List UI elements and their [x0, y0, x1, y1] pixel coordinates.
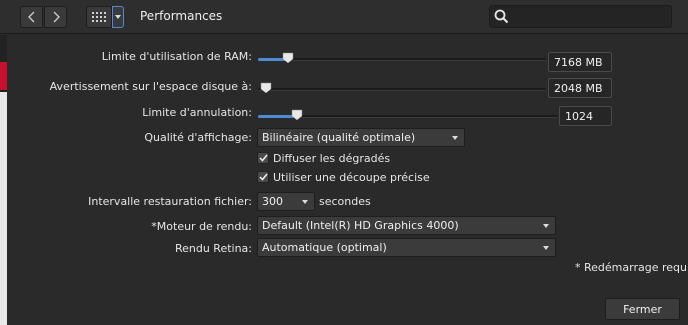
- file-recovery-dropdown[interactable]: 300: [257, 192, 315, 211]
- chevron-down-icon: [452, 136, 458, 140]
- retina-render-label: Rendu Retina:: [174, 242, 252, 255]
- slider-track: [258, 58, 546, 61]
- chevron-left-icon: [27, 11, 34, 23]
- retina-render-value: Automatique (optimal): [262, 241, 387, 254]
- ram-limit-slider[interactable]: [258, 52, 546, 66]
- chevron-down-icon: [115, 15, 121, 19]
- restart-required-note: * Redémarrage requis: [575, 261, 688, 274]
- file-recovery-value: 300: [262, 195, 283, 208]
- ram-limit-label: Limite d'utilisation de RAM:: [101, 50, 252, 63]
- grid-icon: [92, 12, 106, 22]
- display-quality-dropdown[interactable]: Bilinéaire (qualité optimale): [257, 128, 465, 147]
- toolbar: Performances: [0, 0, 688, 34]
- slider-knob[interactable]: [260, 82, 272, 94]
- grid-view-button[interactable]: [86, 6, 112, 28]
- sidebar-panel-edge: [0, 92, 7, 325]
- page-title: Performances: [140, 9, 223, 23]
- forward-button[interactable]: [44, 6, 67, 28]
- slider-knob[interactable]: [291, 109, 303, 121]
- slider-track: [258, 88, 546, 91]
- grid-dropdown-button[interactable]: [112, 6, 124, 28]
- precise-clipping-checkbox[interactable]: [257, 171, 269, 183]
- precise-clipping-label: Utiliser une découpe précise: [273, 171, 430, 184]
- render-engine-label: *Moteur de rendu:: [151, 220, 252, 233]
- search-icon: [494, 9, 509, 24]
- search-input[interactable]: [489, 5, 672, 28]
- display-quality-value: Bilinéaire (qualité optimale): [262, 131, 416, 144]
- slider-knob[interactable]: [282, 52, 294, 64]
- close-button[interactable]: Fermer: [605, 298, 680, 320]
- display-quality-label: Qualité d'affichage:: [144, 131, 252, 144]
- disk-warning-value[interactable]: 2048 MB: [548, 78, 612, 98]
- file-recovery-label: Intervalle restauration fichier:: [88, 195, 252, 208]
- dither-gradients-label: Diffuser les dégradés: [273, 152, 391, 165]
- chevron-down-icon: [302, 200, 308, 204]
- slider-track: [258, 115, 558, 118]
- disk-warning-slider[interactable]: [258, 82, 546, 96]
- chevron-down-icon: [543, 224, 549, 228]
- ram-limit-value[interactable]: 7168 MB: [548, 52, 612, 72]
- back-button[interactable]: [20, 6, 43, 28]
- retina-render-dropdown[interactable]: Automatique (optimal): [257, 238, 556, 257]
- undo-limit-label: Limite d'annulation:: [142, 106, 252, 119]
- render-engine-value: Default (Intel(R) HD Graphics 4000): [262, 219, 459, 232]
- undo-limit-value[interactable]: 1024: [559, 106, 612, 126]
- checkmark-icon: [258, 173, 268, 181]
- undo-limit-slider[interactable]: [258, 109, 558, 123]
- dither-gradients-checkbox[interactable]: [257, 152, 269, 164]
- file-recovery-unit: secondes: [319, 195, 371, 208]
- chevron-right-icon: [53, 11, 60, 23]
- render-engine-dropdown[interactable]: Default (Intel(R) HD Graphics 4000): [257, 216, 556, 235]
- disk-warning-label: Avertissement sur l'espace disque à:: [49, 80, 252, 93]
- chevron-down-icon: [543, 246, 549, 250]
- checkmark-icon: [258, 154, 268, 162]
